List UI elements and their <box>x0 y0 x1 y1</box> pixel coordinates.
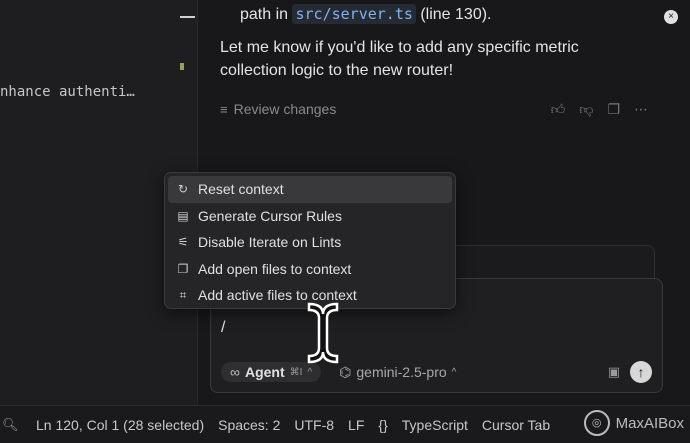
menu-item-label: Generate Cursor Rules <box>198 207 342 224</box>
menu-item-label: Add open files to context <box>198 260 352 277</box>
model-icon: ⌬ <box>339 363 352 380</box>
menu-item-disable-iterate-on-lints[interactable]: ⚟ Disable Iterate on Lints <box>168 229 452 256</box>
chevron-up-icon: ^ <box>307 366 313 378</box>
image-icon[interactable]: ▣ <box>608 364 620 380</box>
chat-input[interactable]: / <box>221 319 225 337</box>
chat-message: Let me know if you'd like to add any spe… <box>220 39 579 79</box>
review-changes-button[interactable]: ≡ Review changes <box>220 101 336 117</box>
file-icon: ▤ <box>177 208 189 223</box>
status-position[interactable]: Ln 120, Col 1 (28 selected) <box>36 417 204 433</box>
input-toolbar: ∞ Agent ⌘I ^ ⌬ gemini-2.5-pro ^ ▣ ↑ <box>221 361 652 383</box>
review-changes-label: Review changes <box>233 101 337 117</box>
model-label: gemini-2.5-pro <box>356 364 447 380</box>
message-text: (line 130). <box>415 6 492 23</box>
message-actions: 👍︎ 👎︎ ❐ ⋯ <box>551 101 648 118</box>
gutter-marker <box>180 63 184 70</box>
sliders-icon: ⚟ <box>177 235 189 250</box>
menu-item-add-open-files[interactable]: ❐ Add open files to context <box>168 256 452 283</box>
status-spaces[interactable]: Spaces: 2 <box>218 417 280 433</box>
agent-label: Agent <box>244 364 285 380</box>
watermark-logo-icon: ◎ <box>583 410 610 436</box>
model-selector[interactable]: ⌬ gemini-2.5-pro ^ <box>339 364 456 381</box>
search-icon[interactable]: 🔍︎ <box>0 417 22 433</box>
list-icon: ≡ <box>220 101 228 117</box>
menu-item-generate-cursor-rules[interactable]: ▤ Generate Cursor Rules <box>168 203 452 230</box>
send-button[interactable]: ↑ <box>630 361 652 383</box>
files-icon: ❐ <box>177 261 189 276</box>
status-bar: 🔍︎ Ln 120, Col 1 (28 selected) Spaces: 2… <box>0 405 690 443</box>
file-link[interactable]: src/server.ts <box>292 4 416 24</box>
text-cursor-icon <box>307 302 339 364</box>
more-icon[interactable]: ⋯ <box>634 101 648 118</box>
menu-item-reset-context[interactable]: ↻ Reset context <box>168 176 452 203</box>
braces-icon: {} <box>378 416 388 433</box>
status-cursor-tab[interactable]: Cursor Tab <box>482 417 550 433</box>
infinity-icon: ∞ <box>230 364 240 380</box>
status-language[interactable]: TypeScript <box>402 417 468 433</box>
code-file-icon: ⌗ <box>179 287 187 302</box>
agent-shortcut: ⌘I <box>289 366 303 378</box>
menu-item-label: Reset context <box>198 181 284 198</box>
thumbs-down-icon[interactable]: 👎︎ <box>579 101 593 118</box>
copy-icon[interactable]: ❐ <box>607 101 620 118</box>
message-text: path in <box>240 6 293 23</box>
slash-command-menu: ↻ Reset context ▤ Generate Cursor Rules … <box>164 172 456 309</box>
thumbs-up-icon[interactable]: 👍︎ <box>551 101 566 118</box>
minimap-line <box>180 16 195 18</box>
close-icon[interactable]: × <box>664 10 678 24</box>
code-line[interactable]: nhance authenti… <box>0 84 135 100</box>
chat-message-line: path in src/server.ts (line 130). <box>240 4 492 24</box>
watermark: ◎ MaxAIBox <box>583 410 684 436</box>
status-encoding[interactable]: UTF-8 <box>294 417 334 433</box>
menu-item-label: Disable Iterate on Lints <box>198 234 342 251</box>
chevron-up-icon: ^ <box>451 366 457 378</box>
status-eol[interactable]: LF <box>348 417 364 433</box>
reset-icon: ↻ <box>177 182 189 197</box>
watermark-text: MaxAIBox <box>615 414 684 432</box>
